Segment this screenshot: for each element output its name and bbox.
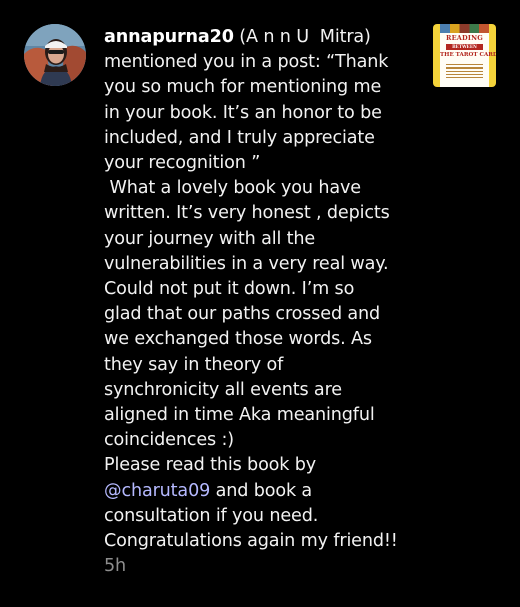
- message-line: you so much for mentioning me: [104, 77, 382, 98]
- message-line: vulnerabilities in a very real way.: [104, 253, 389, 274]
- message-line: coincidences :): [104, 430, 234, 451]
- message-line: synchronicity all events are: [104, 379, 342, 400]
- message-line: written. It’s very honest , depicts: [104, 203, 390, 224]
- cover-title-mid: BETWEEN: [446, 44, 483, 50]
- message-line: Could not put it down. I’m so: [104, 279, 355, 300]
- message-line: Please read this book by: [104, 455, 317, 476]
- message-line: your recognition ”: [104, 153, 261, 174]
- message-line: mentioned you in a post: “Thank: [104, 52, 389, 73]
- username-link[interactable]: annapurna20: [104, 27, 234, 47]
- avatar[interactable]: [24, 24, 86, 86]
- cover-title-bottom: THE TAROT CARDS: [440, 52, 496, 58]
- message-line: your journey with all the: [104, 228, 316, 249]
- message-line: we exchanged those words. As: [104, 329, 372, 350]
- notification-text: annapurna20 (A n n U Mitra) mentioned yo…: [104, 25, 420, 579]
- message-line: they say in theory of: [104, 354, 284, 375]
- message-line: included, and I truly appreciate: [104, 127, 375, 148]
- profile-photo-image: [24, 24, 86, 86]
- mention-suffix: and book a: [210, 480, 313, 501]
- timestamp: 5h: [104, 556, 127, 577]
- message-line: glad that our paths crossed and: [104, 304, 381, 325]
- mention-line: @charuta09 and book a: [104, 479, 420, 504]
- cover-art-strip: [440, 24, 489, 33]
- message-line: Congratulations again my friend!!: [104, 531, 398, 552]
- message-line: consultation if you need.: [104, 505, 319, 526]
- message-line: aligned in time Aka meaningful: [104, 405, 375, 426]
- post-thumbnail[interactable]: READING BETWEEN THE TAROT CARDS: [433, 24, 496, 87]
- mention-link[interactable]: @charuta09: [104, 481, 210, 501]
- message-line: in your book. It’s an honor to be: [104, 102, 382, 123]
- notification-header-line: annapurna20 (A n n U Mitra): [104, 25, 420, 50]
- cover-subtitle-lines: [446, 64, 483, 80]
- message-line: What a lovely book you have: [104, 178, 361, 199]
- mention-notification[interactable]: annapurna20 (A n n U Mitra) mentioned yo…: [0, 0, 520, 607]
- book-cover-image: READING BETWEEN THE TAROT CARDS: [440, 24, 496, 87]
- display-name: (A n n U Mitra): [233, 27, 371, 47]
- cover-title-top: READING: [446, 34, 483, 42]
